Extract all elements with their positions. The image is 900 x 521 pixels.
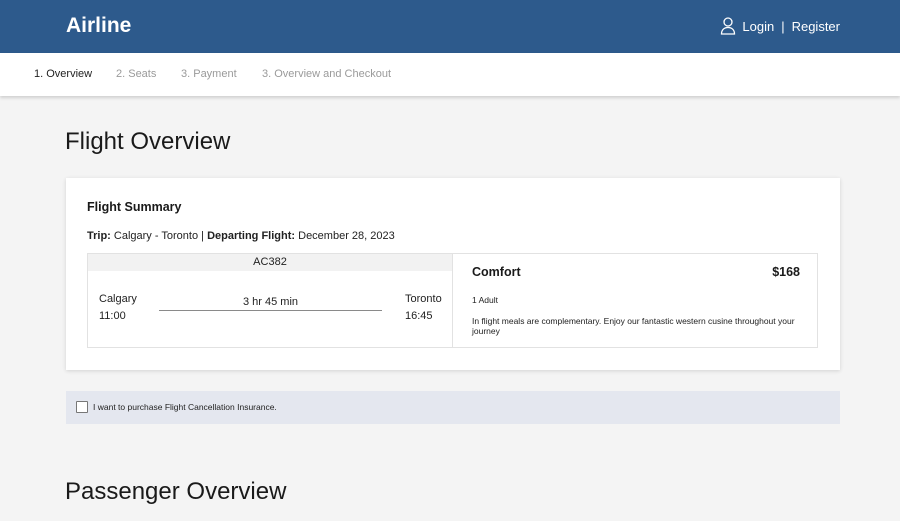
departure-time: 11:00 (99, 310, 126, 322)
passenger-count: 1 Adult (472, 295, 498, 305)
trip-value: Calgary - Toronto | (113, 230, 204, 242)
insurance-checkbox[interactable] (76, 401, 88, 413)
step-overview[interactable]: 1. Overview (34, 68, 92, 80)
trip-label: Trip: (87, 230, 111, 242)
flight-segment: AC382 Calgary 11:00 3 hr 45 min Toronto … (88, 254, 453, 347)
trip-line: Trip: Calgary - Toronto | Departing Flig… (87, 230, 395, 242)
flight-number: AC382 (88, 254, 452, 271)
auth-separator: | (781, 18, 785, 34)
fare-class: Comfort (472, 265, 521, 279)
departing-date: December 28, 2023 (298, 230, 395, 242)
register-link[interactable]: Register (792, 19, 840, 34)
departing-label: Departing Flight: (207, 230, 296, 242)
checkout-steps: 1. Overview 2. Seats 3. Payment 3. Overv… (0, 53, 900, 96)
card-title: Flight Summary (87, 200, 182, 214)
step-payment[interactable]: 3. Payment (181, 68, 237, 80)
top-navbar: Airline Login | Register (0, 0, 900, 53)
brand-logo[interactable]: Airline (66, 14, 131, 38)
passenger-overview-title: Passenger Overview (65, 478, 287, 505)
auth-links: Login | Register (720, 17, 840, 35)
flight-duration: 3 hr 45 min (159, 296, 382, 311)
fare-price: $168 (772, 265, 800, 279)
fare-description: In flight meals are complementary. Enjoy… (472, 316, 795, 336)
step-seats[interactable]: 2. Seats (116, 68, 156, 80)
origin-city: Calgary (99, 293, 137, 305)
insurance-option: I want to purchase Flight Cancellation I… (66, 391, 840, 424)
step-overview-checkout[interactable]: 3. Overview and Checkout (262, 68, 391, 80)
flight-summary-card: Flight Summary Trip: Calgary - Toronto |… (66, 178, 840, 370)
insurance-label[interactable]: I want to purchase Flight Cancellation I… (93, 402, 277, 412)
destination-city: Toronto (405, 293, 442, 305)
arrival-time: 16:45 (405, 310, 433, 322)
page-title: Flight Overview (65, 128, 231, 155)
flight-details: AC382 Calgary 11:00 3 hr 45 min Toronto … (87, 253, 818, 348)
fare-panel: Comfort $168 1 Adult In flight meals are… (454, 254, 818, 347)
user-icon[interactable] (720, 17, 736, 35)
login-link[interactable]: Login (742, 19, 774, 34)
